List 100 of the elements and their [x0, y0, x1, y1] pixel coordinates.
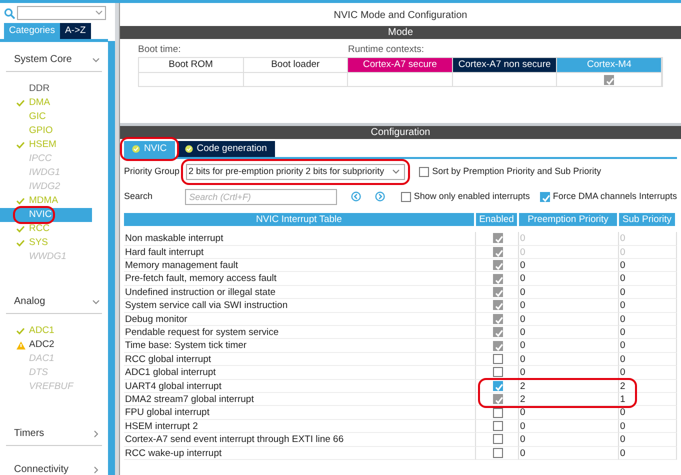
- checkbox[interactable]: [492, 287, 502, 297]
- checkbox[interactable]: [492, 340, 502, 351]
- table-cell: RCC global interrupt: [124, 352, 476, 366]
- sidebar-item[interactable]: DMA: [0, 96, 108, 110]
- checkbox-label: Show only enabled interrupts: [414, 190, 530, 203]
- table-cell: 0: [519, 232, 619, 246]
- sidebar-item[interactable]: MDMA: [0, 194, 108, 208]
- config-tab[interactable]: Code generation: [176, 141, 275, 158]
- sidebar-item[interactable]: DDR: [0, 82, 108, 96]
- table-cell: Memory management fault: [124, 259, 476, 272]
- sidebar-tab[interactable]: Categories: [4, 23, 60, 40]
- sidebar-item[interactable]: ADC1: [0, 324, 108, 338]
- context-header: Cortex-A7 secure: [348, 58, 453, 72]
- context-header: Cortex-A7 non secure: [452, 58, 558, 72]
- sidebar-item[interactable]: GIC: [0, 110, 108, 124]
- checkbox[interactable]: [492, 274, 502, 284]
- checkbox[interactable]: [540, 192, 550, 202]
- table-cell: 0: [519, 366, 619, 380]
- sidebar-tab[interactable]: A->Z: [60, 23, 91, 40]
- checkbox[interactable]: [400, 192, 411, 202]
- scrollbar[interactable]: [108, 41, 115, 475]
- table-cell: 0: [519, 433, 619, 446]
- context-header: Boot loader: [244, 58, 348, 72]
- config-tab[interactable]: NVIC: [124, 141, 175, 158]
- table-cell: Pendable request for system service: [124, 326, 476, 340]
- table-cell: 0: [519, 272, 619, 286]
- table-cell: System service call via SWI instruction: [124, 299, 476, 313]
- column-header: Enabled: [476, 213, 519, 226]
- check-icon: [16, 99, 25, 108]
- table-cell: 0: [519, 446, 619, 460]
- category-header[interactable]: Timers: [6, 416, 102, 446]
- chevron-down-icon: [95, 10, 103, 16]
- table-cell: Cortex-A7 send event interrupt through EXTI line 66: [124, 433, 476, 446]
- table-cell: 0: [619, 339, 677, 353]
- chevron-right-icon: [92, 430, 100, 438]
- table-cell: Pre-fetch fault, memory access fault: [124, 272, 476, 286]
- checkbox[interactable]: [492, 434, 502, 444]
- table-cell: RCC wake-up interrupt: [124, 446, 476, 460]
- checkbox[interactable]: [492, 314, 502, 324]
- table-cell: 2: [519, 392, 619, 406]
- sidebar-item[interactable]: SYS: [0, 236, 108, 250]
- checkbox[interactable]: [492, 354, 502, 364]
- checkbox[interactable]: [492, 394, 502, 404]
- sidebar-item[interactable]: RCC: [0, 222, 108, 236]
- label: Runtime contexts:: [348, 43, 424, 57]
- sidebar-item[interactable]: GPIO: [0, 124, 108, 138]
- table-cell: HSEM interrupt 2: [124, 420, 476, 434]
- table-cell: 0: [519, 352, 619, 366]
- table-cell: Hard fault interrupt: [124, 246, 476, 260]
- check-icon: [16, 197, 25, 206]
- checkbox[interactable]: [492, 448, 502, 458]
- table-cell: 0: [519, 246, 619, 260]
- chevron-down-icon: [392, 168, 400, 175]
- sidebar-item[interactable]: ADC2: [0, 338, 108, 352]
- category-header[interactable]: Connectivity: [6, 452, 102, 475]
- sidebar-item[interactable]: NVIC: [0, 208, 92, 222]
- search-field[interactable]: Search (Crtl+F): [185, 188, 337, 205]
- table-cell: UART4 global interrupt: [124, 380, 476, 393]
- checkbox[interactable]: [492, 420, 502, 431]
- table-cell: 0: [619, 286, 677, 300]
- label: Boot time:: [138, 43, 182, 57]
- checkbox[interactable]: [492, 380, 502, 391]
- table-cell: 0: [519, 420, 619, 434]
- checkbox[interactable]: [492, 408, 502, 418]
- column-header: Sub Priority: [619, 213, 677, 226]
- table-cell: 0: [619, 446, 677, 460]
- table-cell: Non maskable interrupt: [124, 232, 476, 246]
- sidebar-item[interactable]: HSEM: [0, 138, 108, 152]
- checkbox[interactable]: [492, 233, 502, 244]
- table-cell: 2: [619, 380, 677, 393]
- field-label: Priority Group: [124, 165, 180, 178]
- checkbox[interactable]: [492, 300, 502, 310]
- check-circle-icon: [184, 145, 193, 154]
- chevron-right-icon: [92, 466, 100, 474]
- category-header[interactable]: System Core: [6, 42, 102, 72]
- table-cell: 0: [619, 299, 677, 313]
- checkbox[interactable]: [604, 74, 614, 85]
- table-cell: ADC1 global interrupt: [124, 366, 476, 380]
- previous-icon: [350, 191, 361, 202]
- search-field[interactable]: [17, 6, 106, 20]
- chevron-down-icon: [92, 56, 100, 64]
- context-header: Boot ROM: [139, 58, 244, 72]
- table-cell: 0: [619, 352, 677, 366]
- table-cell: 0: [519, 259, 619, 272]
- table-cell: Debug monitor: [124, 312, 476, 326]
- checkbox[interactable]: [492, 246, 502, 257]
- checkbox[interactable]: [492, 367, 502, 378]
- table-cell: 0: [619, 246, 677, 260]
- checkbox[interactable]: [492, 260, 502, 270]
- section-header: Mode: [120, 26, 681, 39]
- next-icon: [374, 191, 385, 202]
- warning-icon: [16, 340, 26, 350]
- checkbox[interactable]: [419, 166, 430, 177]
- table-cell: 0: [519, 326, 619, 340]
- category-header[interactable]: Analog: [6, 284, 102, 314]
- table-cell: FPU global interrupt: [124, 406, 476, 420]
- table-cell: DMA2 stream7 global interrupt: [124, 392, 476, 406]
- checkbox[interactable]: [492, 327, 502, 338]
- chevron-down-icon: [92, 298, 100, 306]
- priority-group-dropdown[interactable]: 2 bits for pre-emption priority 2 bits for subpriority: [186, 164, 406, 180]
